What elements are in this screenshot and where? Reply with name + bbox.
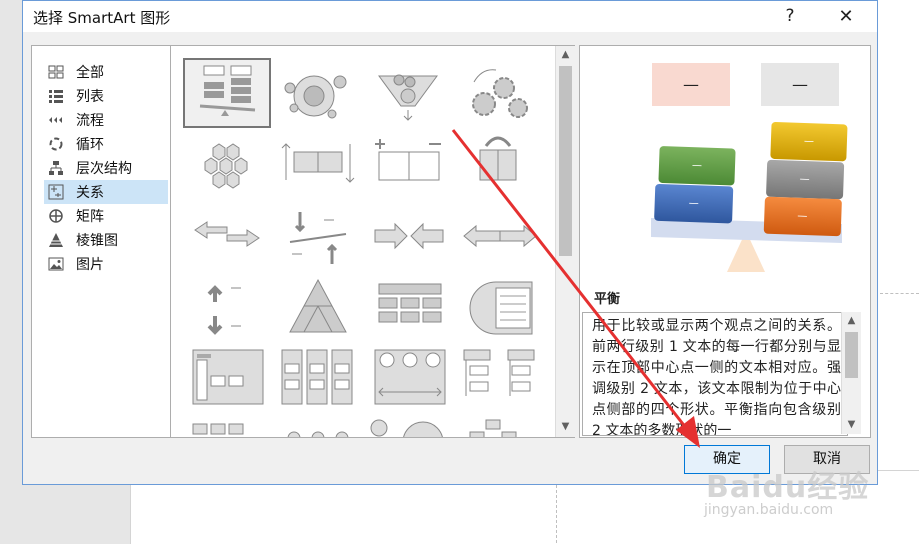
watermark-url: jingyan.baidu.com [704, 502, 834, 518]
watermark-logo: Baidu经验 [706, 470, 870, 505]
